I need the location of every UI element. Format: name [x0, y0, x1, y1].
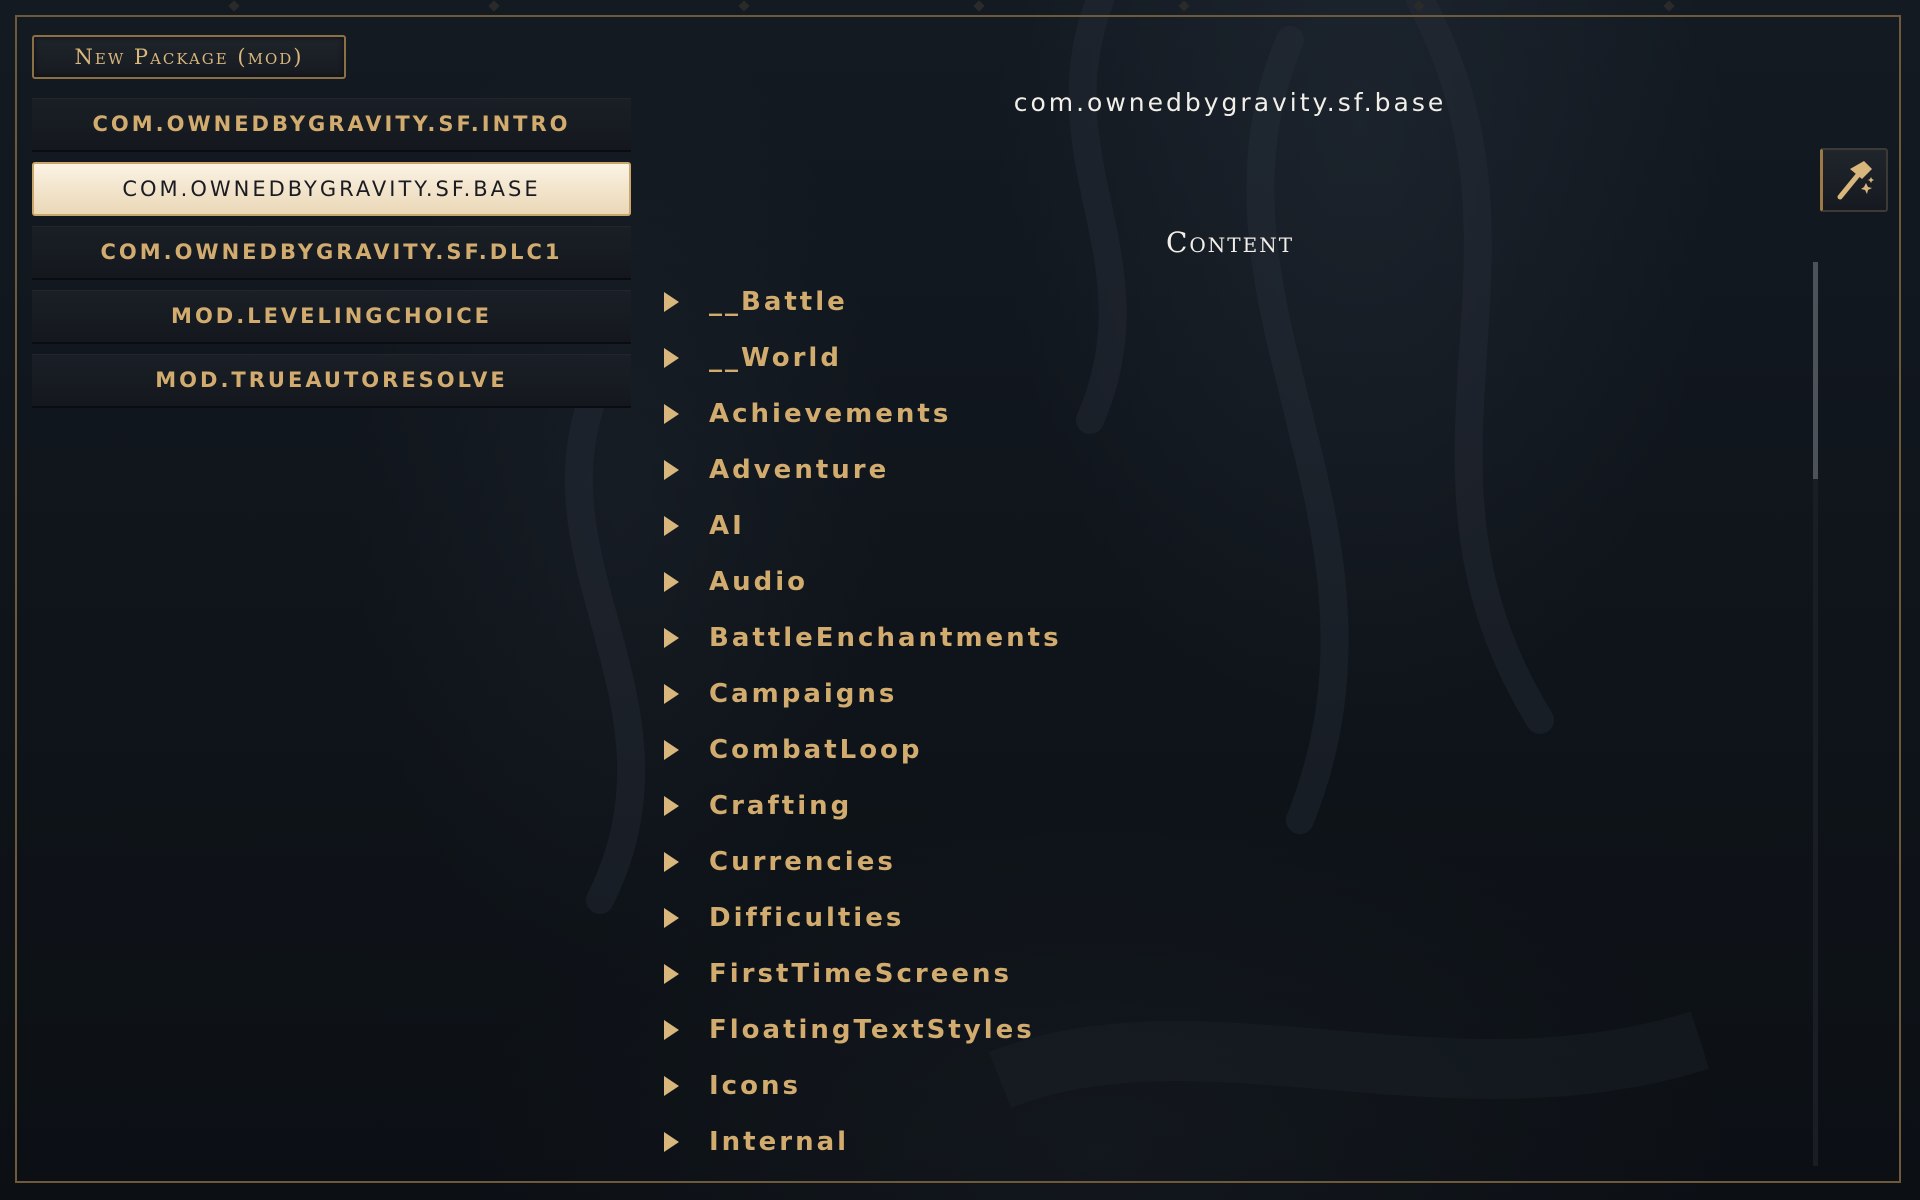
package-item-intro[interactable]: COM.OWNEDBYGRAVITY.SF.INTRO	[32, 98, 631, 152]
frame-notch	[1178, 0, 1190, 12]
content-tree: __Battle __World Achievements Adventure …	[660, 274, 1760, 1170]
expand-arrow-icon[interactable]	[664, 404, 679, 424]
expand-arrow-icon[interactable]	[664, 796, 679, 816]
tree-item-label: Icons	[709, 1071, 801, 1101]
expand-arrow-icon[interactable]	[664, 292, 679, 312]
tree-item-label: __Battle	[709, 287, 848, 317]
tree-item[interactable]: Currencies	[660, 834, 1760, 890]
hammer-icon	[1837, 161, 1874, 200]
tree-item-label: AI	[709, 511, 745, 541]
tree-item[interactable]: Campaigns	[660, 666, 1760, 722]
tree-item-label: Audio	[709, 567, 809, 597]
tree-item-label: Campaigns	[709, 679, 898, 709]
tree-item[interactable]: AI	[660, 498, 1760, 554]
tree-item[interactable]: Audio	[660, 554, 1760, 610]
tree-item-label: BattleEnchantments	[709, 623, 1062, 653]
tools-button[interactable]	[1820, 148, 1888, 212]
expand-arrow-icon[interactable]	[664, 852, 679, 872]
package-item-base[interactable]: COM.OWNEDBYGRAVITY.SF.BASE	[32, 162, 631, 216]
tree-item[interactable]: __Battle	[660, 274, 1760, 330]
expand-arrow-icon[interactable]	[664, 348, 679, 368]
expand-arrow-icon[interactable]	[664, 628, 679, 648]
tree-item[interactable]: FirstTimeScreens	[660, 946, 1760, 1002]
package-title: com.ownedbygravity.sf.base	[1013, 88, 1447, 117]
frame-notch	[1413, 0, 1425, 12]
tree-item-label: FloatingTextStyles	[709, 1015, 1035, 1045]
new-package-button[interactable]: New Package (mod)	[32, 35, 346, 79]
tree-item[interactable]: Adventure	[660, 442, 1760, 498]
content-heading: Content	[1165, 226, 1295, 259]
tree-item-label: Currencies	[709, 847, 896, 877]
frame-notch	[1663, 0, 1675, 12]
tree-item[interactable]: __World	[660, 330, 1760, 386]
tree-item-label: Crafting	[709, 791, 853, 821]
tree-item[interactable]: BattleEnchantments	[660, 610, 1760, 666]
expand-arrow-icon[interactable]	[664, 740, 679, 760]
frame-notch	[488, 0, 500, 12]
expand-arrow-icon[interactable]	[664, 1132, 679, 1152]
expand-arrow-icon[interactable]	[664, 964, 679, 984]
editor-screen: New Package (mod) COM.OWNEDBYGRAVITY.SF.…	[0, 0, 1920, 1200]
tree-item[interactable]: Icons	[660, 1058, 1760, 1114]
expand-arrow-icon[interactable]	[664, 572, 679, 592]
frame-notch	[973, 0, 985, 12]
expand-arrow-icon[interactable]	[664, 684, 679, 704]
content-scrollbar[interactable]	[1813, 262, 1818, 1166]
expand-arrow-icon[interactable]	[664, 1020, 679, 1040]
package-list: COM.OWNEDBYGRAVITY.SF.INTRO COM.OWNEDBYG…	[32, 98, 631, 418]
tree-item-label: FirstTimeScreens	[709, 959, 1012, 989]
tree-item-label: Adventure	[709, 455, 890, 485]
tree-item-label: __World	[709, 343, 842, 373]
tree-item[interactable]: Crafting	[660, 778, 1760, 834]
tree-item[interactable]: CombatLoop	[660, 722, 1760, 778]
frame-notch	[228, 0, 240, 12]
expand-arrow-icon[interactable]	[664, 1076, 679, 1096]
tree-item[interactable]: Difficulties	[660, 890, 1760, 946]
tree-item-label: CombatLoop	[709, 735, 923, 765]
package-item-dlc1[interactable]: COM.OWNEDBYGRAVITY.SF.DLC1	[32, 226, 631, 280]
tree-item[interactable]: FloatingTextStyles	[660, 1002, 1760, 1058]
tree-item-label: Internal	[709, 1127, 850, 1157]
package-item-trueautoresolve[interactable]: MOD.TRUEAUTORESOLVE	[32, 354, 631, 408]
tree-item-label: Difficulties	[709, 903, 905, 933]
tree-item[interactable]: Achievements	[660, 386, 1760, 442]
expand-arrow-icon[interactable]	[664, 908, 679, 928]
expand-arrow-icon[interactable]	[664, 460, 679, 480]
frame-notch	[738, 0, 750, 12]
scrollbar-thumb[interactable]	[1813, 262, 1818, 479]
expand-arrow-icon[interactable]	[664, 516, 679, 536]
tree-item[interactable]: Internal	[660, 1114, 1760, 1170]
tree-item-label: Achievements	[709, 399, 952, 429]
package-item-levelingchoice[interactable]: MOD.LEVELINGCHOICE	[32, 290, 631, 344]
